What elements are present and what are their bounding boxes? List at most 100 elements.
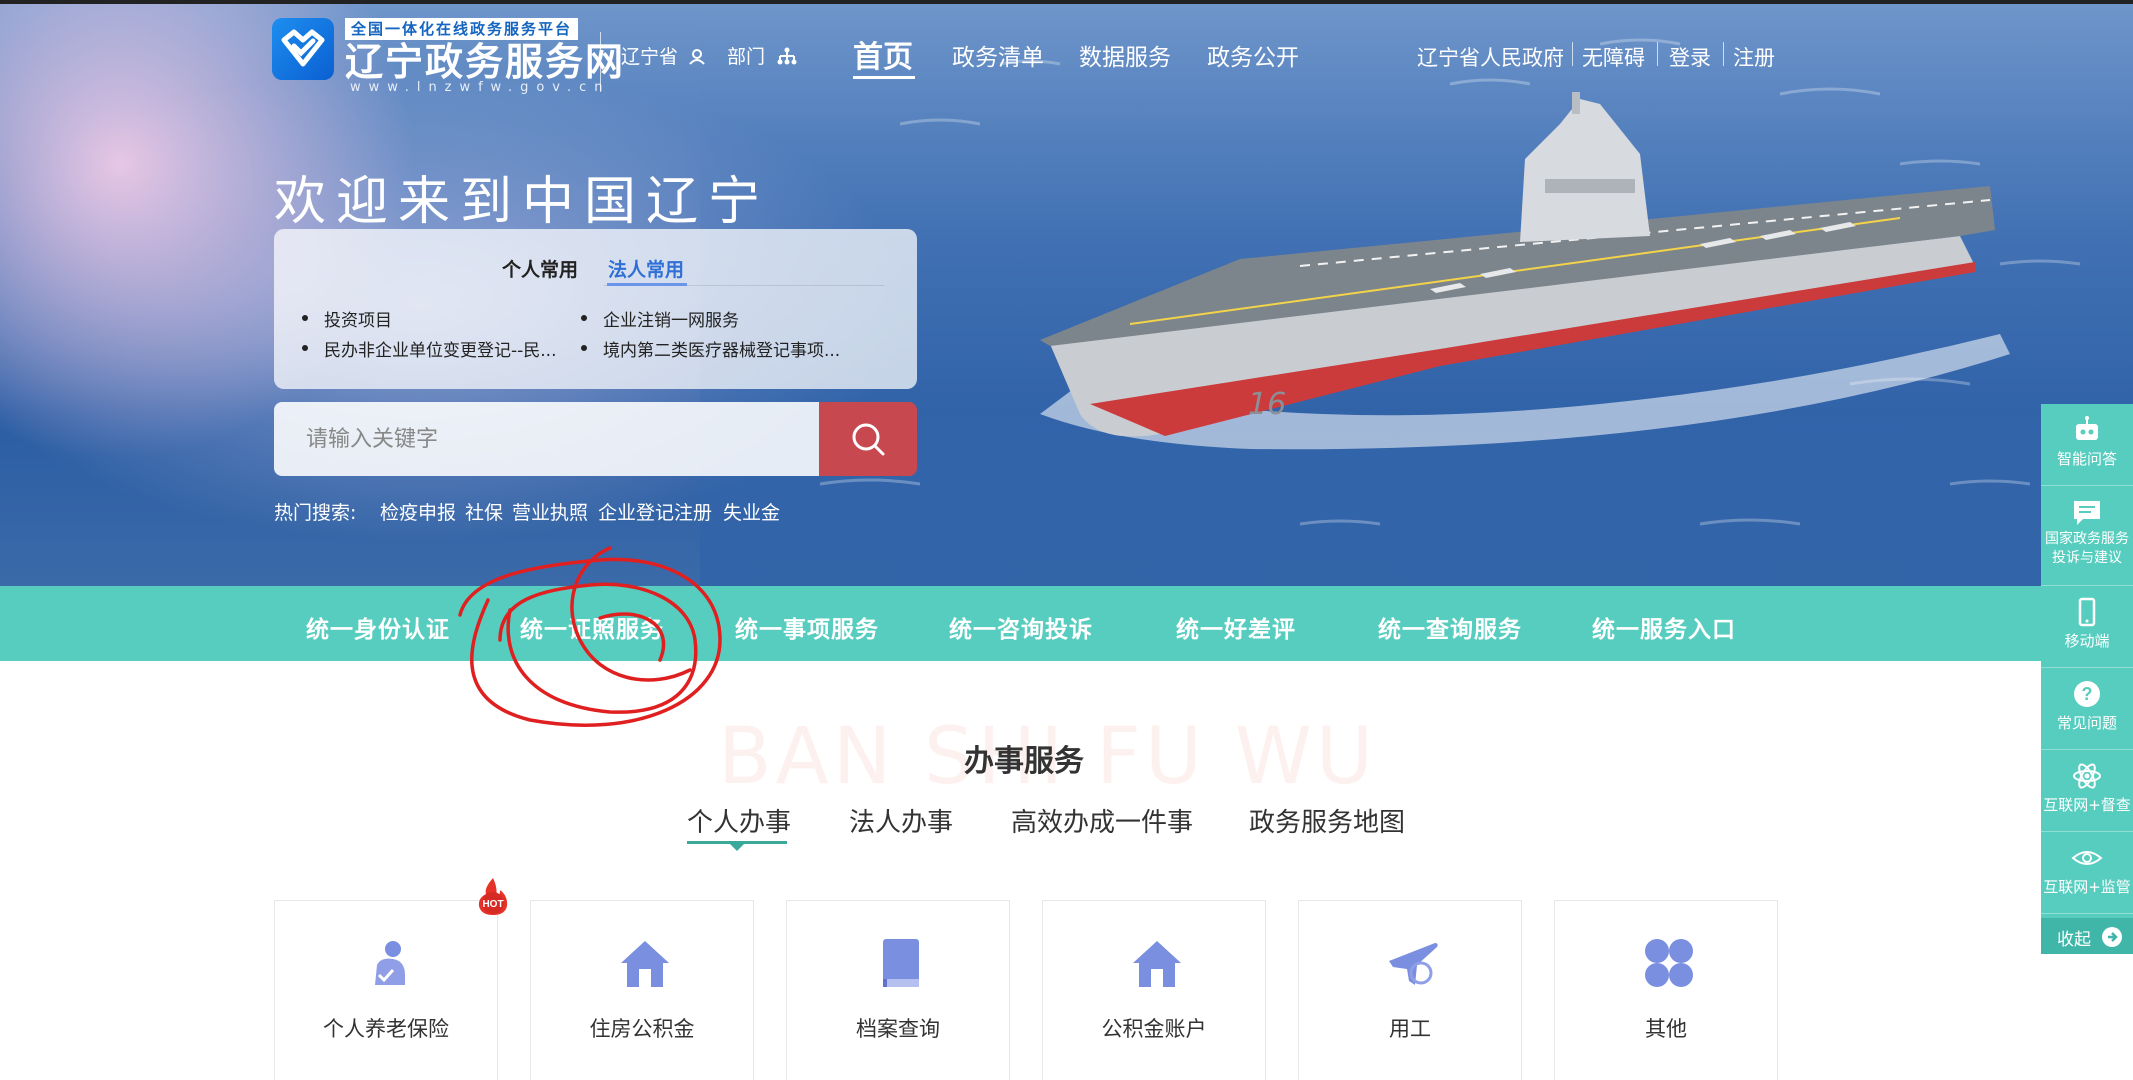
- sidebar-item-label: 智能问答: [2056, 450, 2117, 468]
- unified-identity-auth[interactable]: 统一身份认证: [306, 610, 450, 644]
- service-card[interactable]: 住房公积金: [530, 900, 754, 1080]
- link-accessibility[interactable]: 无障碍: [1582, 42, 1645, 72]
- tab-one-thing-service[interactable]: 高效办成一件事: [1011, 802, 1193, 839]
- hot-term[interactable]: 企业登记注册: [598, 498, 712, 525]
- region-selector[interactable]: 辽宁省: [621, 42, 706, 69]
- service-card[interactable]: 用工: [1298, 900, 1522, 1080]
- search-box: [274, 402, 819, 476]
- logo-tagline: 全国一体化在线政务服务平台: [345, 18, 579, 40]
- hull-number: 16: [1248, 387, 1286, 422]
- logo-icon[interactable]: [272, 18, 334, 80]
- welcome-heading: 欢迎来到中国辽宁: [274, 172, 771, 232]
- nav-service-list[interactable]: 政务清单: [952, 38, 1044, 72]
- tab-active-indicator: [607, 283, 687, 286]
- plane-icon: [1389, 943, 1438, 985]
- logo-title[interactable]: 辽宁政务服务网: [345, 40, 625, 84]
- checkmark-heart-icon: [281, 29, 325, 67]
- quick-link-private-nonenterprise[interactable]: 民办非企业单位变更登记--民...: [301, 336, 556, 361]
- divider: [1657, 42, 1658, 66]
- search-icon: [852, 423, 885, 456]
- question-icon: ?: [2074, 681, 2100, 707]
- location-pin-icon: [689, 49, 705, 65]
- tab-personal-affairs[interactable]: 个人办事: [687, 802, 791, 839]
- nav-home[interactable]: 首页: [853, 32, 913, 76]
- elderly-care-icon: [375, 941, 405, 985]
- hot-badge-icon: HOT: [478, 878, 508, 915]
- clover-icon: [1645, 939, 1693, 987]
- nav-government-affairs[interactable]: 政务公开: [1207, 38, 1299, 72]
- search-button[interactable]: [819, 402, 917, 476]
- tab-service-map[interactable]: 政务服务地图: [1249, 802, 1405, 839]
- house-icon: [621, 941, 669, 987]
- service-card-label: 个人养老保险: [323, 1017, 449, 1041]
- unified-query-service[interactable]: 统一查询服务: [1378, 610, 1522, 644]
- hot-search-label: 热门搜索:: [274, 502, 357, 524]
- unified-consult-complaint[interactable]: 统一咨询投诉: [949, 610, 1093, 644]
- service-card-label: 住房公积金: [589, 1017, 695, 1041]
- divider: [1572, 42, 1573, 66]
- tab-personal-common[interactable]: 个人常用: [502, 255, 578, 282]
- unified-good-bad-review[interactable]: 统一好差评: [1176, 610, 1296, 644]
- sidebar-item-mobile[interactable]: 移动端: [2041, 586, 2133, 668]
- hot-term[interactable]: 检疫申报: [380, 498, 456, 525]
- department-selector[interactable]: 部门: [727, 42, 797, 69]
- sidebar-item-smart-qa[interactable]: 智能问答: [2041, 404, 2133, 486]
- section-title: 办事服务: [964, 744, 1084, 779]
- page: 16 全国一体化在线政务服务平台 辽宁政务服务网 www.lnzwfw.gov.…: [0, 0, 2133, 1080]
- message-icon: [2074, 501, 2100, 525]
- link-provincial-government[interactable]: 辽宁省人民政府: [1417, 42, 1564, 72]
- sidebar-item-label: 互联网+督查: [2043, 796, 2131, 814]
- service-card[interactable]: 其他: [1554, 900, 1778, 1080]
- sidebar-item-label: 国家政务服务投诉与建议: [2045, 531, 2129, 566]
- collapse-label: 收起: [2057, 930, 2091, 950]
- mobile-phone-icon: [2078, 597, 2096, 627]
- sidebar-item-internet-supervision[interactable]: 互联网+督查: [2041, 750, 2133, 832]
- nav-active-indicator: [853, 76, 915, 79]
- sidebar-collapse-button[interactable]: 收起: [2041, 918, 2133, 954]
- robot-icon: [2076, 416, 2098, 440]
- sidebar-item-label: 互联网+监管: [2043, 878, 2131, 896]
- hot-term[interactable]: 社保: [465, 498, 503, 525]
- quick-link-medical-device[interactable]: 境内第二类医疗器械登记事项...: [580, 336, 840, 361]
- arrow-right-circle-icon: [2102, 927, 2122, 947]
- divider: [1723, 42, 1724, 66]
- org-tree-icon: [777, 47, 797, 65]
- sidebar-item-internet-regulation[interactable]: 互联网+监管: [2041, 832, 2133, 914]
- hot-term[interactable]: 失业金: [723, 498, 780, 525]
- link-register[interactable]: 注册: [1733, 42, 1775, 72]
- link-login[interactable]: 登录: [1669, 42, 1711, 72]
- unified-service-portal[interactable]: 统一服务入口: [1592, 610, 1736, 644]
- service-card[interactable]: 档案查询: [786, 900, 1010, 1080]
- sidebar-item-faq[interactable]: ? 常见问题: [2041, 668, 2133, 750]
- service-card-label: 其他: [1645, 1017, 1687, 1041]
- quick-access-panel: 个人常用 法人常用 投资项目 企业注销一网服务 民办非企业单位变更登记--民..…: [274, 229, 917, 389]
- sidebar-item-complaints[interactable]: 国家政务服务投诉与建议: [2041, 486, 2133, 586]
- service-card-label: 档案查询: [856, 1017, 940, 1041]
- sidebar-item-label: 常见问题: [2056, 714, 2117, 732]
- region-label: 辽宁省: [621, 46, 679, 68]
- book-icon: [883, 939, 919, 987]
- eye-icon: [2071, 851, 2103, 865]
- service-card-label: 用工: [1389, 1017, 1431, 1041]
- unified-license-service[interactable]: 统一证照服务: [520, 610, 664, 644]
- nav-data-services[interactable]: 数据服务: [1079, 38, 1171, 72]
- sidebar-item-label: 移动端: [2064, 632, 2110, 650]
- tab-corporate-common[interactable]: 法人常用: [608, 255, 684, 282]
- tab-caret: [730, 844, 744, 851]
- tab-corporate-affairs[interactable]: 法人办事: [849, 802, 953, 839]
- service-card[interactable]: 个人养老保险: [274, 900, 498, 1080]
- quick-link-investment[interactable]: 投资项目: [302, 306, 392, 331]
- hot-badge-text: HOT: [482, 899, 503, 910]
- logo-url: www.lnzwfw.gov.cn: [350, 80, 611, 95]
- department-label: 部门: [727, 46, 766, 68]
- unified-matter-service[interactable]: 统一事项服务: [735, 610, 879, 644]
- svg-text:?: ?: [2082, 684, 2093, 704]
- hero-banner: 16 全国一体化在线政务服务平台 辽宁政务服务网 www.lnzwfw.gov.…: [0, 4, 2133, 586]
- search-input[interactable]: [274, 402, 819, 476]
- atom-icon: [2073, 763, 2101, 789]
- service-card-label: 公积金账户: [1101, 1017, 1207, 1041]
- hot-term[interactable]: 营业执照: [512, 498, 588, 525]
- house-icon: [1133, 941, 1181, 987]
- quick-link-enterprise-cancellation[interactable]: 企业注销一网服务: [581, 306, 739, 331]
- service-card[interactable]: 公积金账户: [1042, 900, 1266, 1080]
